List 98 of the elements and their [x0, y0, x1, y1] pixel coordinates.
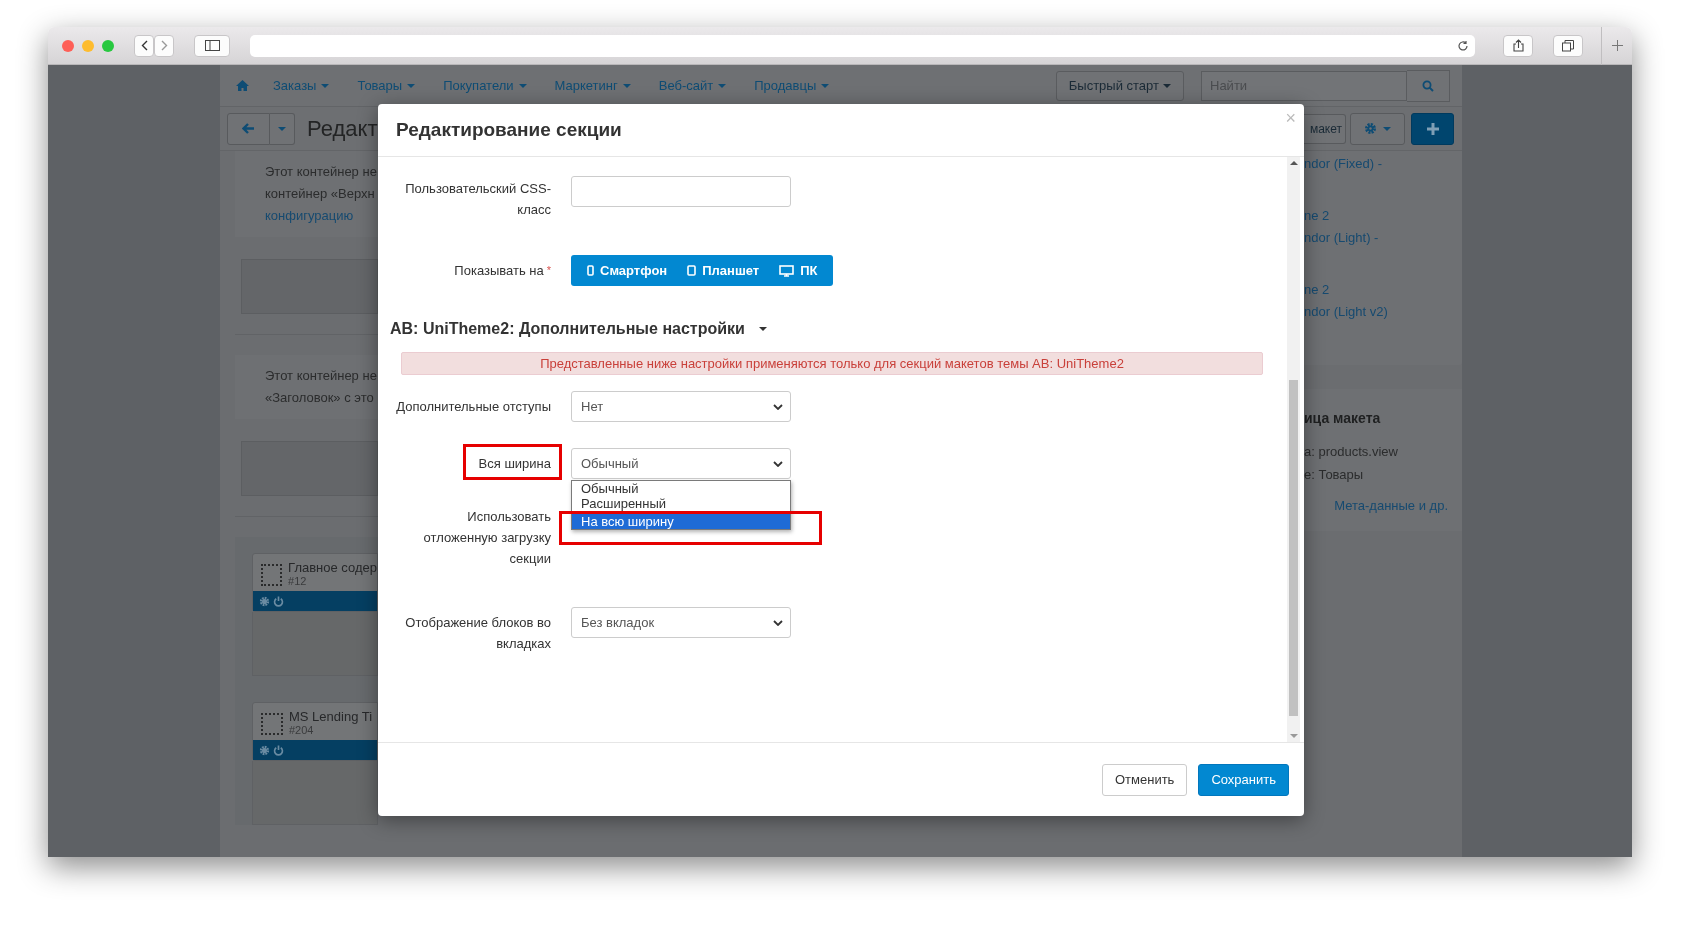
share-button[interactable] [1503, 34, 1533, 57]
field-label: Отображение блоков во вкладках [405, 615, 551, 651]
caret-icon [1163, 83, 1171, 88]
nav-menu-item[interactable]: Веб-сайт [658, 78, 727, 93]
nav-menu-item[interactable]: Продавцы [754, 78, 830, 93]
nav-menu-item[interactable]: Заказы [273, 78, 330, 93]
layout-link[interactable]: ndor (Light v2) [1304, 301, 1462, 323]
block-id: #204 [289, 724, 315, 736]
sidebar-button[interactable] [194, 34, 230, 57]
dropdown-button[interactable] [270, 112, 295, 145]
dropdown-option[interactable]: Обычный [572, 481, 790, 496]
select-field[interactable]: Нет [571, 391, 791, 422]
dialog-title: Редактирование секции [396, 119, 622, 141]
close-window-icon[interactable] [62, 39, 74, 52]
device-button[interactable]: Смартфон [577, 255, 678, 286]
plus-icon [1426, 122, 1439, 135]
block-icon [261, 564, 283, 586]
share-icon [1512, 39, 1524, 52]
caret-icon [622, 83, 631, 88]
device-button[interactable]: ПК [769, 255, 828, 286]
caret-icon [321, 83, 330, 88]
search-icon [1422, 79, 1434, 92]
info-text: e: Товары [1304, 466, 1365, 484]
dropdown-option[interactable]: Расширенный [572, 496, 790, 511]
dropdown-option[interactable]: На всю ширину [572, 514, 790, 529]
minimize-window-icon[interactable] [82, 39, 94, 52]
chevron-icon [773, 403, 783, 410]
chevron-icon [773, 460, 783, 467]
required-mark: * [546, 264, 551, 276]
forward-button[interactable] [154, 34, 174, 57]
note-text: «Заголовок» с это [265, 389, 375, 407]
smartphone-icon [587, 265, 594, 276]
plus-icon [1611, 40, 1623, 51]
nav-menu-item[interactable]: Товары [357, 78, 416, 93]
arrow-left-icon [242, 123, 255, 134]
cancel-button[interactable]: Отменить [1102, 763, 1188, 796]
note-text: Этот контейнер не [265, 367, 378, 385]
block-card[interactable]: MS Lending Ti #204 [252, 702, 378, 761]
chevron-right-icon [160, 40, 168, 51]
sidebar-icon [204, 40, 220, 51]
chevron-left-icon [140, 40, 148, 51]
save-button[interactable]: Сохранить [1198, 763, 1289, 796]
power-icon[interactable] [273, 744, 284, 756]
device-button[interactable]: Планшет [677, 255, 770, 286]
tablet-icon [687, 265, 697, 276]
caret-icon [518, 83, 527, 88]
warning-alert: Представленные ниже настройки применяются только для секций макетов темы AB: UniTheme2 [401, 352, 1263, 375]
caret-icon [407, 83, 416, 88]
block-card[interactable]: Главное содер #12 [252, 553, 378, 612]
nav-menu-item[interactable]: Маркетинг [554, 78, 631, 93]
page-title: Редакт [307, 115, 378, 142]
add-button[interactable] [1411, 112, 1454, 145]
block-icon [261, 713, 283, 735]
layout-link[interactable]: ndor (Fixed) - [1304, 153, 1462, 175]
tabs-icon [1562, 39, 1574, 52]
block-id: #12 [288, 575, 308, 587]
gear-icon [1364, 122, 1377, 135]
note-text: контейнер «Верхн [265, 185, 376, 203]
power-icon[interactable] [273, 595, 284, 607]
card-title: ица макета [1304, 409, 1382, 428]
field-label: Вся ширина [478, 456, 551, 471]
field-label: Дополнительные отступы [396, 399, 551, 414]
zoom-window-icon[interactable] [102, 39, 114, 52]
gear-icon[interactable] [259, 744, 270, 756]
settings-button[interactable] [1350, 112, 1405, 145]
caret-icon [821, 83, 830, 88]
info-text: a: products.view [1304, 443, 1399, 461]
nav-menu-item[interactable]: Покупатели [443, 78, 527, 93]
field-label: Использовать отложенную загрузку секции [422, 508, 551, 568]
caret-icon [1383, 126, 1391, 131]
select-field[interactable]: Без вкладок [571, 607, 791, 638]
scrollbar[interactable] [1287, 157, 1300, 742]
text-field[interactable] [571, 176, 791, 207]
section-heading[interactable]: AB: UniTheme2: Дополнительные настройки [390, 318, 745, 340]
reload-icon[interactable] [1457, 39, 1469, 52]
configuration-link[interactable]: конфигурацию [265, 205, 378, 227]
gear-icon[interactable] [259, 595, 270, 607]
layout-link[interactable]: ndor (Light) - [1304, 227, 1462, 249]
metadata-link[interactable]: Мета-данные и др. [1304, 494, 1448, 517]
field-label: Показывать на [454, 263, 544, 278]
block-name: MS Lending Ti [289, 709, 373, 724]
select-field[interactable]: Обычный [571, 448, 791, 479]
layout-link[interactable]: ne 2 [1304, 205, 1462, 227]
caret-icon [758, 327, 767, 331]
quick-start-button[interactable]: Быстрый старт [1055, 70, 1184, 101]
address-field[interactable] [250, 34, 1475, 57]
back-button[interactable] [227, 112, 270, 145]
caret-icon [718, 83, 727, 88]
search-button[interactable] [1407, 69, 1450, 102]
chevron-icon [773, 619, 783, 626]
layout-link[interactable]: ne 2 [1304, 279, 1462, 301]
caret-icon [278, 126, 286, 131]
tabs-button[interactable] [1553, 34, 1583, 57]
monitor-icon [779, 264, 795, 277]
note-text: Этот контейнер не [265, 163, 378, 181]
field-label: Пользовательский CSS-класс [404, 180, 551, 219]
home-icon[interactable] [236, 80, 249, 91]
block-name: Главное содер [288, 560, 377, 575]
